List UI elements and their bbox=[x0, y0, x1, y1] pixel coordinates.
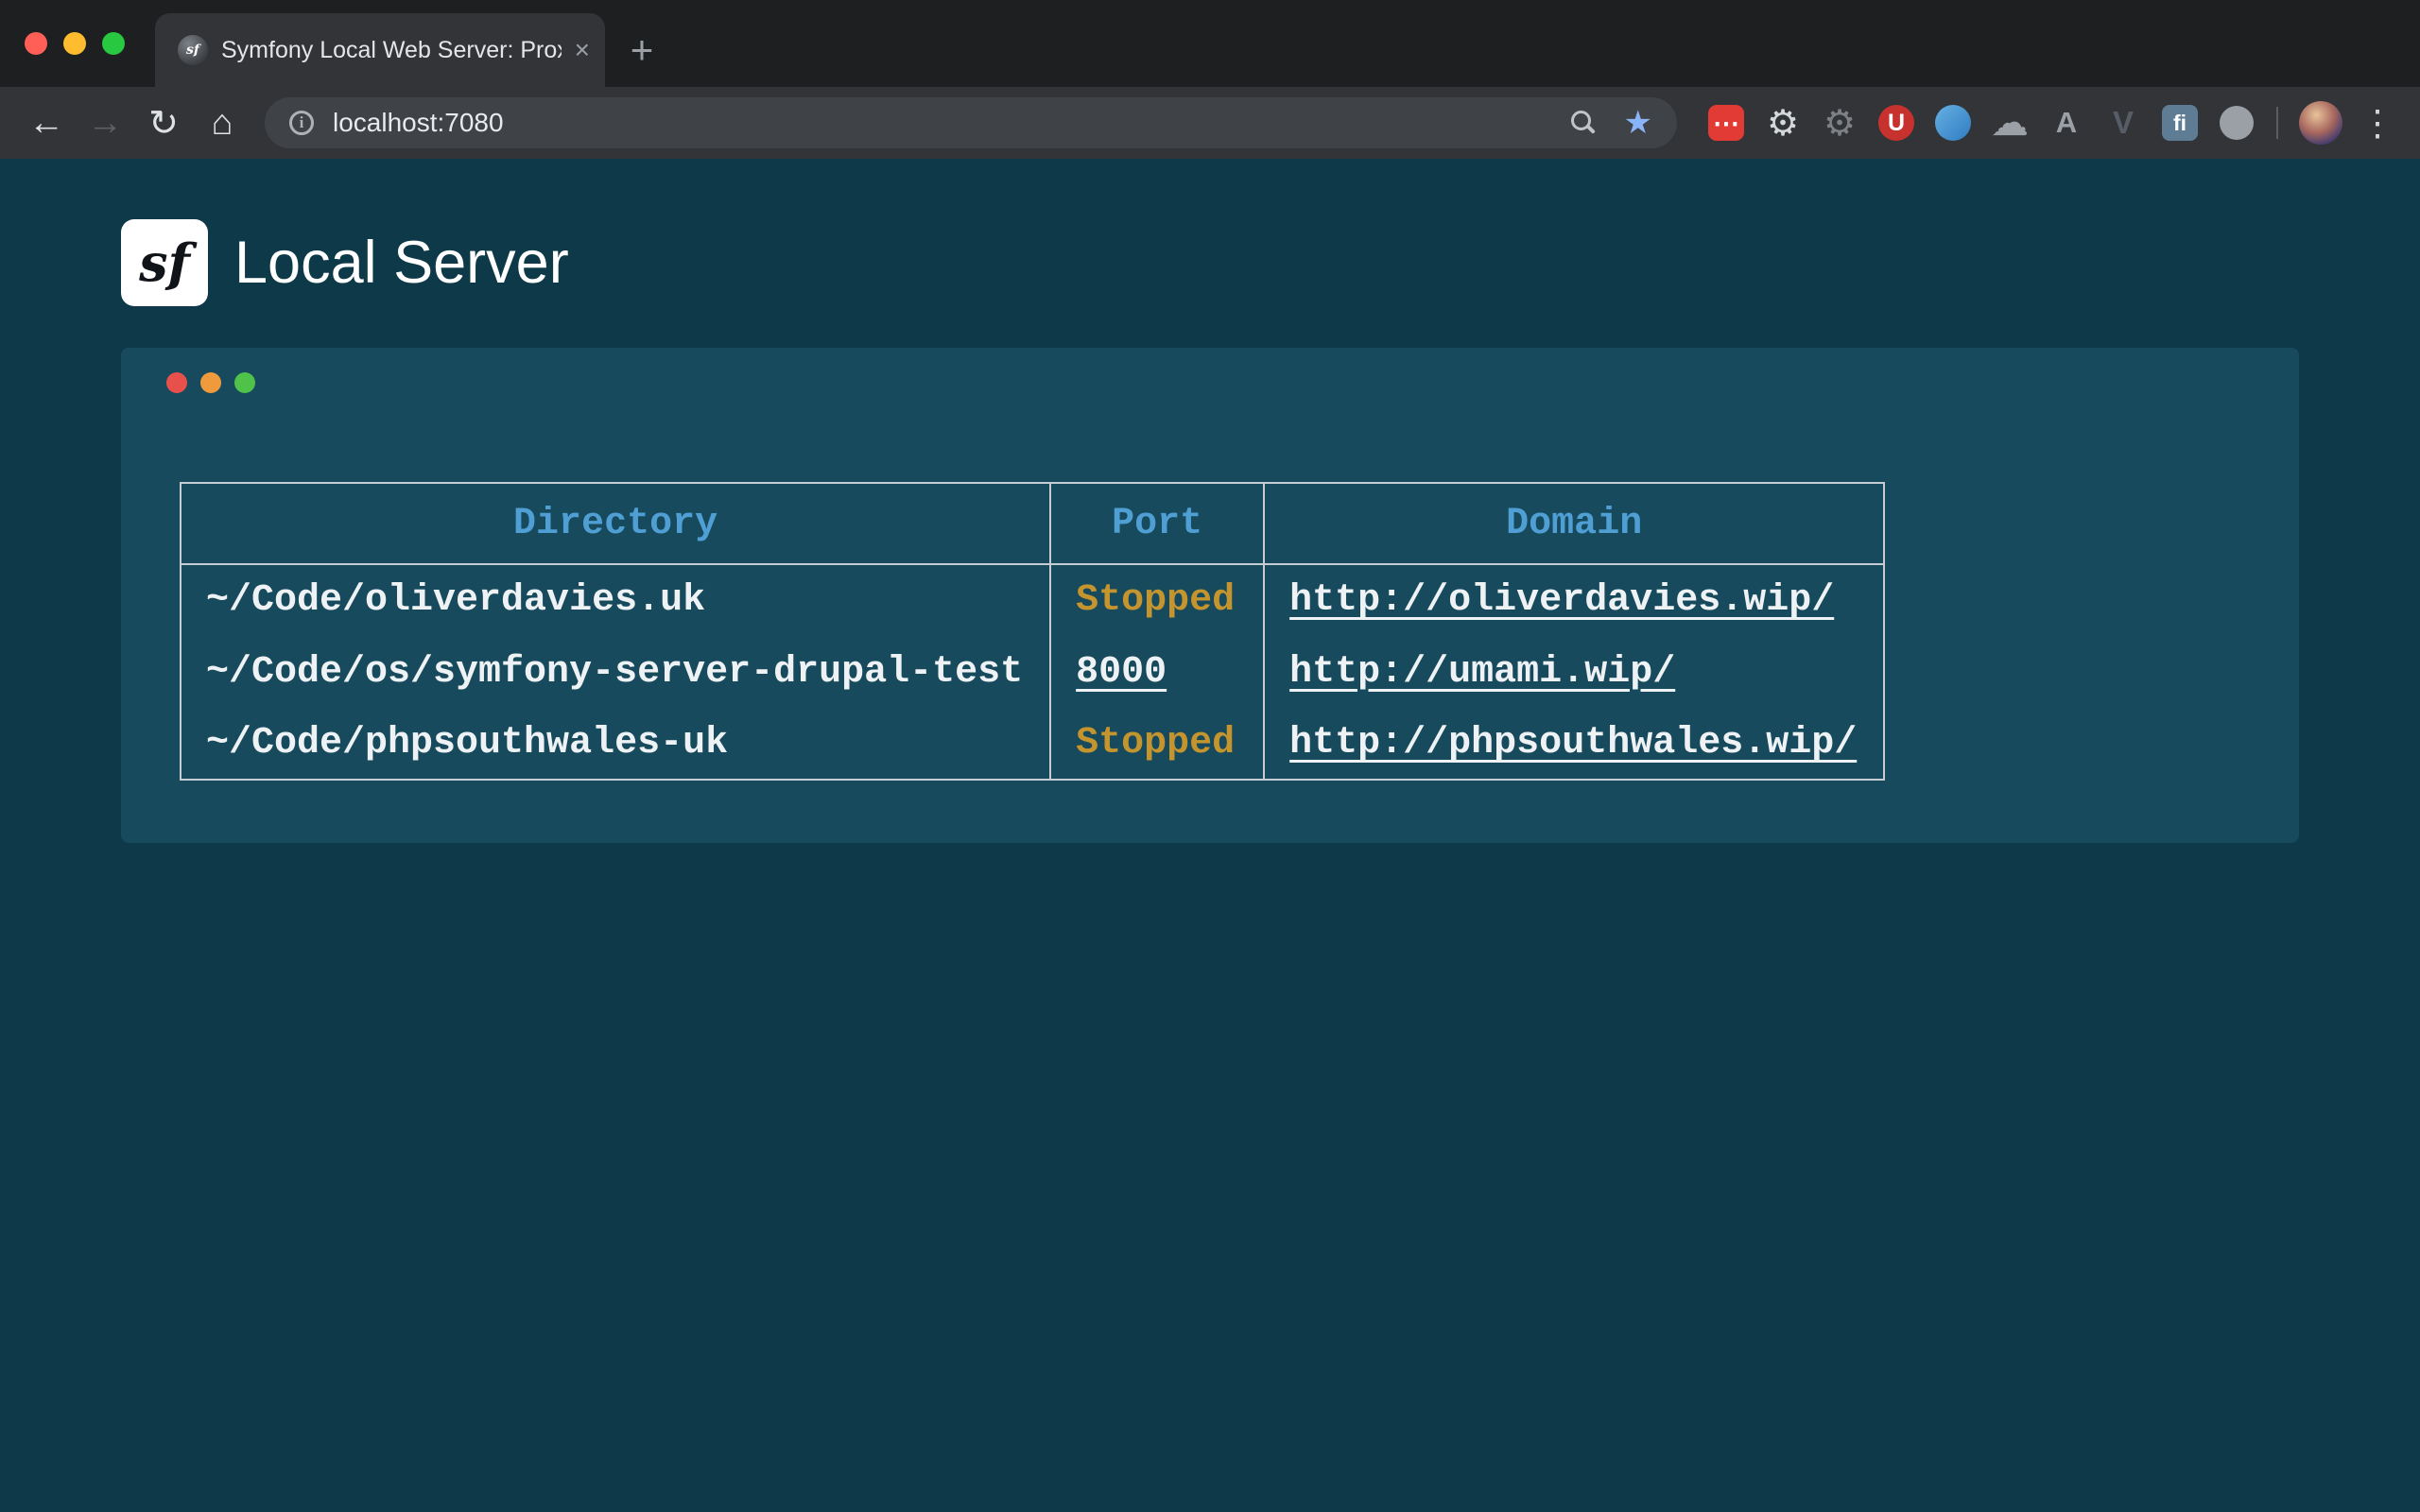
back-button[interactable]: ← bbox=[17, 94, 76, 152]
table-row: ~/Code/phpsouthwales-uk Stopped http://p… bbox=[181, 708, 1884, 780]
github-octocat-extension-icon[interactable] bbox=[2208, 94, 2265, 151]
window-zoom-button[interactable] bbox=[102, 32, 125, 55]
window-controls bbox=[25, 32, 125, 55]
new-tab-button[interactable]: + bbox=[614, 23, 669, 77]
blue-circle-extension-icon[interactable] bbox=[1925, 94, 1981, 151]
terminal-window-dots bbox=[166, 372, 2254, 393]
page-content: sf Local Server Directory Port Domain ~/… bbox=[0, 159, 2420, 1512]
table-row: ~/Code/os/symfony-server-drupal-test 800… bbox=[181, 636, 1884, 708]
fi-extension-icon[interactable]: fi bbox=[2152, 94, 2208, 151]
browser-menu-icon[interactable]: ⋮ bbox=[2352, 97, 2403, 148]
gear-dark-extension-icon[interactable]: ⚙ bbox=[1811, 94, 1868, 151]
url-text: localhost:7080 bbox=[333, 108, 504, 138]
domain-link[interactable]: http://phpsouthwales.wip/ bbox=[1289, 722, 1857, 765]
terminal-red-dot bbox=[166, 372, 187, 393]
domain-link[interactable]: http://umami.wip/ bbox=[1289, 651, 1675, 694]
red-dots-extension-icon[interactable]: ⋯ bbox=[1698, 94, 1754, 151]
brand-header: sf Local Server bbox=[121, 219, 2299, 306]
browser-toolbar: ← → ↻ ⌂ i localhost:7080 ★ ⋯ ⚙ ⚙ U ☁ A V… bbox=[0, 87, 2420, 159]
page-title: Local Server bbox=[234, 229, 569, 297]
directory-cell: ~/Code/oliverdavies.uk bbox=[181, 564, 1050, 636]
directory-cell: ~/Code/phpsouthwales-uk bbox=[181, 708, 1050, 780]
tab-title: Symfony Local Web Server: Prox bbox=[221, 37, 562, 64]
extensions-bar: ⋯ ⚙ ⚙ U ☁ A V fi bbox=[1698, 94, 2265, 151]
letter-v-extension-icon[interactable]: V bbox=[2095, 94, 2152, 151]
domain-cell: http://umami.wip/ bbox=[1264, 636, 1884, 708]
directory-cell: ~/Code/os/symfony-server-drupal-test bbox=[181, 636, 1050, 708]
header-domain: Domain bbox=[1264, 483, 1884, 564]
cloud-extension-icon[interactable]: ☁ bbox=[1981, 94, 2038, 151]
browser-window: sf Symfony Local Web Server: Prox × + ← … bbox=[0, 0, 2420, 159]
zoom-magnifier-icon[interactable] bbox=[1571, 111, 1596, 135]
browser-tab[interactable]: sf Symfony Local Web Server: Prox × bbox=[155, 13, 605, 87]
domain-link[interactable]: http://oliverdavies.wip/ bbox=[1289, 579, 1834, 622]
terminal-orange-dot bbox=[200, 372, 221, 393]
terminal-card: Directory Port Domain ~/Code/oliverdavie… bbox=[121, 348, 2299, 843]
port-link[interactable]: 8000 bbox=[1076, 651, 1167, 694]
gear-light-extension-icon[interactable]: ⚙ bbox=[1754, 94, 1811, 151]
ublock-extension-icon[interactable]: U bbox=[1868, 94, 1925, 151]
toolbar-divider bbox=[2276, 107, 2278, 139]
domain-cell: http://phpsouthwales.wip/ bbox=[1264, 708, 1884, 780]
port-link-cell: 8000 bbox=[1050, 636, 1264, 708]
profile-avatar[interactable] bbox=[2299, 101, 2342, 145]
reload-button[interactable]: ↻ bbox=[134, 94, 193, 152]
header-directory: Directory bbox=[181, 483, 1050, 564]
site-info-icon[interactable]: i bbox=[289, 111, 314, 135]
symfony-logo: sf bbox=[121, 219, 208, 306]
header-port: Port bbox=[1050, 483, 1264, 564]
port-status: Stopped bbox=[1050, 708, 1264, 780]
terminal-green-dot bbox=[234, 372, 255, 393]
port-status: Stopped bbox=[1050, 564, 1264, 636]
window-close-button[interactable] bbox=[25, 32, 47, 55]
letter-a-extension-icon[interactable]: A bbox=[2038, 94, 2095, 151]
symfony-favicon-icon: sf bbox=[178, 35, 208, 65]
address-bar[interactable]: i localhost:7080 ★ bbox=[265, 97, 1677, 148]
table-row: ~/Code/oliverdavies.uk Stopped http://ol… bbox=[181, 564, 1884, 636]
domain-cell: http://oliverdavies.wip/ bbox=[1264, 564, 1884, 636]
bookmark-star-icon[interactable]: ★ bbox=[1624, 107, 1652, 139]
forward-button[interactable]: → bbox=[76, 94, 134, 152]
tab-strip: sf Symfony Local Web Server: Prox × + bbox=[0, 0, 2420, 87]
servers-table: Directory Port Domain ~/Code/oliverdavie… bbox=[180, 482, 1885, 781]
home-button[interactable]: ⌂ bbox=[193, 94, 251, 152]
table-header-row: Directory Port Domain bbox=[181, 483, 1884, 564]
window-minimize-button[interactable] bbox=[63, 32, 86, 55]
tab-close-icon[interactable]: × bbox=[575, 37, 590, 63]
